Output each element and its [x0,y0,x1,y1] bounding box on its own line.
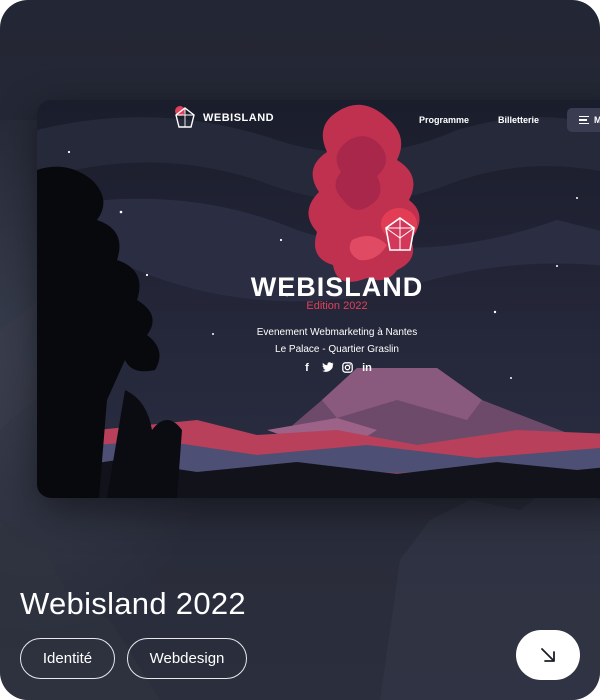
menu-button[interactable]: M [567,108,600,132]
hero-subtitle-line2: Le Palace - Quartier Graslin [275,344,399,355]
linkedin-icon[interactable]: in [362,362,373,376]
hero-title: WEBISLAND [250,272,424,302]
nav-link-billetterie[interactable]: Billetterie [498,115,539,125]
nav-link-programme[interactable]: Programme [419,115,469,125]
tag-webdesign[interactable]: Webdesign [127,638,247,679]
hero-logo-icon [385,217,415,251]
social-links: f in [37,362,600,376]
arrow-down-right-icon [541,648,555,662]
open-project-button[interactable] [516,630,580,680]
facebook-icon[interactable]: f [302,362,313,376]
menu-label: M [594,115,600,125]
project-card[interactable]: WEBISLAND Programme Billetterie M WEBISL… [0,0,600,700]
hamburger-icon [579,114,589,127]
hero-subtitle-line1: Evenement Webmarketing à Nantes [256,327,418,338]
nav-logo[interactable]: WEBISLAND [173,105,274,131]
website-mockup: WEBISLAND Programme Billetterie M WEBISL… [37,100,600,498]
tag-identite[interactable]: Identité [20,638,115,679]
hero-edition: Edition 2022 [306,300,368,312]
instagram-icon[interactable] [341,362,353,376]
twitter-icon[interactable] [321,362,333,376]
project-title: Webisland 2022 [20,586,246,621]
logo-text: WEBISLAND [203,112,275,124]
logo-icon [175,106,195,128]
